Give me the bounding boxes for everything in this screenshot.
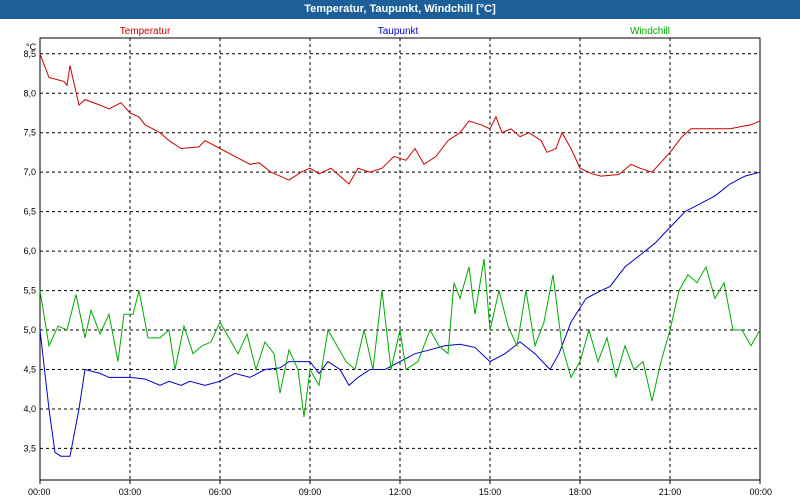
x-tick-time: 03:00 — [119, 487, 142, 497]
y-tick-label: 5,0 — [23, 325, 36, 335]
y-tick-label: 8,5 — [23, 49, 36, 59]
x-tick-time: 09:00 — [299, 487, 322, 497]
grid — [40, 38, 760, 480]
x-tick-time: 18:00 — [569, 487, 592, 497]
y-tick-label: 8,0 — [23, 88, 36, 98]
y-tick-label: 7,0 — [23, 167, 36, 177]
y-tick-label: 3,5 — [23, 443, 36, 453]
legend-entry-temperatur: Temperatur — [120, 26, 171, 37]
x-tick-time: 15:00 — [479, 487, 502, 497]
y-tick-label: 6,5 — [23, 207, 36, 217]
x-tick-time: 06:00 — [209, 487, 232, 497]
x-tick-time: 00:00 — [28, 487, 51, 497]
x-axis: 00:0030.12.1803:0030.12.1806:0030.12.180… — [28, 480, 772, 497]
y-tick-label: 7,5 — [23, 128, 36, 138]
window-title: Temperatur, Taupunkt, Windchill [°C] — [0, 0, 800, 19]
x-tick-time: 21:00 — [659, 487, 682, 497]
y-tick-label: 4,5 — [23, 365, 36, 375]
legend-entry-taupunkt: Taupunkt — [378, 26, 419, 37]
x-tick-time: 12:00 — [389, 487, 412, 497]
y-tick-label: 6,0 — [23, 246, 36, 256]
y-axis: °C 3,54,04,55,05,56,06,57,07,58,08,5 — [23, 42, 36, 453]
legend-entry-windchill: Windchill — [630, 26, 670, 37]
y-tick-label: 4,0 — [23, 404, 36, 414]
y-tick-label: 5,5 — [23, 286, 36, 296]
legend: Temperatur Taupunkt Windchill — [120, 26, 670, 37]
chart-area: °C 3,54,04,55,05,56,06,57,07,58,08,5 00:… — [23, 26, 772, 497]
x-tick-time: 00:00 — [749, 487, 772, 497]
